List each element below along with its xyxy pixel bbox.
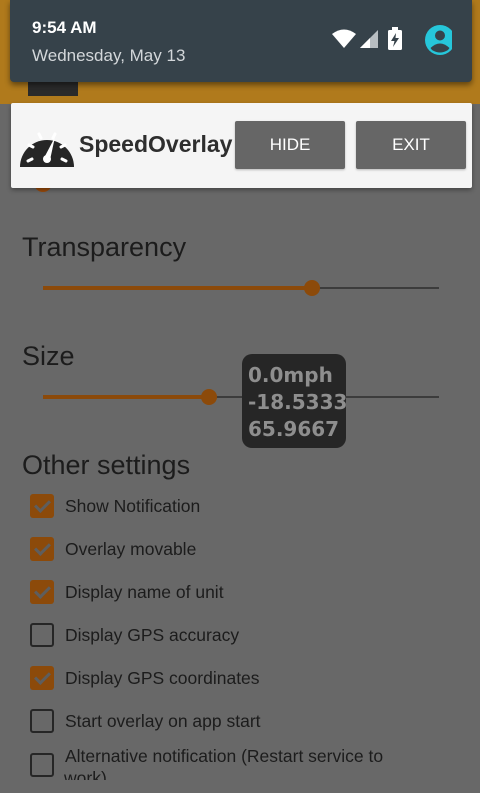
checkbox-row-overlay-movable[interactable]: Overlay movable bbox=[30, 534, 196, 564]
hide-button[interactable]: HIDE bbox=[235, 121, 345, 169]
overlay-movable-label: Overlay movable bbox=[65, 538, 197, 559]
size-title: Size bbox=[22, 341, 75, 371]
notification-shade-header: 9:54 AM Wednesday, May 13 bbox=[10, 0, 472, 82]
checkbox-row-start-overlay[interactable]: Start overlay on app start bbox=[30, 706, 261, 736]
speedometer-icon bbox=[20, 132, 74, 167]
current-date: Wednesday, May 13 bbox=[32, 46, 186, 65]
other-settings-title: Other settings bbox=[22, 450, 191, 480]
longitude-value: 65.9667 bbox=[248, 417, 340, 441]
cell-signal-icon bbox=[360, 30, 378, 48]
gps-coordinates-checkbox[interactable] bbox=[30, 666, 54, 690]
show-notification-label: Show Notification bbox=[65, 495, 201, 516]
show-notification-checkbox[interactable] bbox=[30, 494, 54, 518]
display-unit-name-checkbox[interactable] bbox=[30, 580, 54, 604]
checkbox-row-gps-accuracy[interactable]: Display GPS accuracy bbox=[30, 620, 239, 650]
start-overlay-checkbox[interactable] bbox=[30, 709, 54, 733]
speed-overlay[interactable]: 0.0mph -18.5333 65.9667 bbox=[242, 354, 348, 448]
status-icons bbox=[332, 25, 452, 55]
speedoverlay-notification[interactable]: SpeedOverlay HIDE EXIT bbox=[11, 103, 472, 188]
transparency-slider-fill bbox=[43, 286, 313, 290]
display-unit-name-label: Display name of unit bbox=[65, 581, 224, 602]
battery-charging-icon bbox=[388, 27, 402, 50]
start-overlay-label: Start overlay on app start bbox=[65, 710, 261, 731]
wifi-icon bbox=[332, 29, 356, 48]
alternative-notification-label: Alternative notification (Restart servic… bbox=[65, 746, 384, 766]
exit-button[interactable]: EXIT bbox=[356, 121, 466, 169]
transparency-title: Transparency bbox=[22, 232, 187, 262]
alternative-notification-label-continued: work) bbox=[64, 768, 107, 780]
checkbox-row-display-unit-name[interactable]: Display name of unit bbox=[30, 577, 224, 607]
size-slider-fill bbox=[43, 395, 210, 399]
speed-value: 0.0mph bbox=[248, 363, 333, 387]
gps-accuracy-label: Display GPS accuracy bbox=[65, 624, 240, 645]
app-name: SpeedOverlay bbox=[79, 131, 233, 157]
size-slider-thumb[interactable] bbox=[201, 389, 218, 405]
latitude-value: -18.5333 bbox=[248, 390, 348, 414]
overlay-movable-checkbox[interactable] bbox=[30, 537, 54, 561]
alternative-notification-checkbox[interactable] bbox=[30, 753, 54, 777]
account-icon[interactable] bbox=[425, 25, 452, 55]
gps-accuracy-checkbox[interactable] bbox=[30, 623, 54, 647]
checkbox-row-show-notification[interactable]: Show Notification bbox=[30, 491, 200, 521]
gps-coordinates-label: Display GPS coordinates bbox=[65, 667, 260, 688]
app-bar-element bbox=[28, 80, 78, 96]
clock-time: 9:54 AM bbox=[32, 18, 97, 37]
checkbox-row-gps-coordinates[interactable]: Display GPS coordinates bbox=[30, 663, 260, 693]
transparency-slider-thumb[interactable] bbox=[304, 280, 321, 296]
